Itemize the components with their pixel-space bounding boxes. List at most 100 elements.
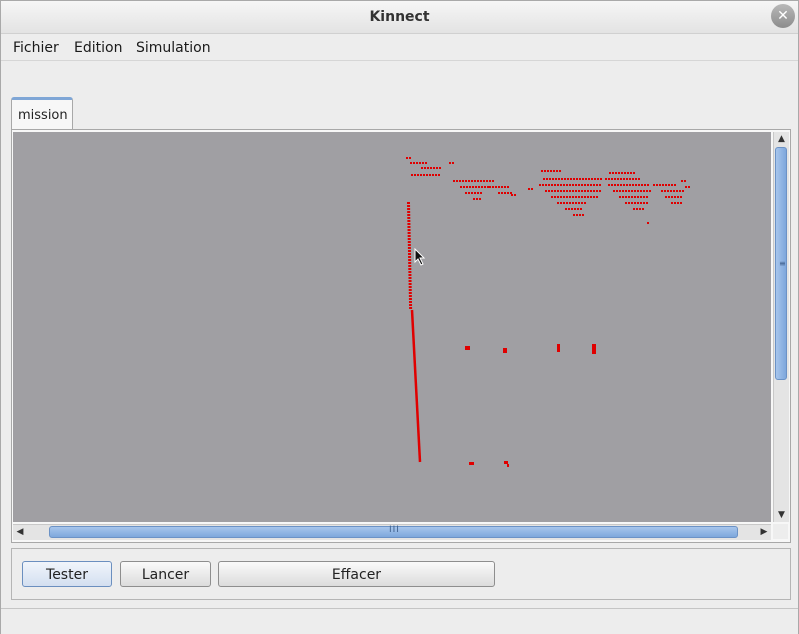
chevron-left-icon[interactable]: ◀ bbox=[13, 525, 27, 539]
scan-point bbox=[581, 190, 583, 192]
chevron-up-icon[interactable]: ▲ bbox=[774, 132, 789, 146]
scan-point bbox=[597, 178, 599, 180]
scan-point bbox=[643, 202, 645, 204]
scan-point bbox=[546, 178, 548, 180]
lancer-button[interactable]: Lancer bbox=[120, 561, 211, 587]
scan-point bbox=[489, 186, 491, 188]
scan-point bbox=[633, 208, 635, 210]
scan-point bbox=[628, 196, 630, 198]
scan-point bbox=[577, 208, 579, 210]
scan-point bbox=[474, 192, 476, 194]
mouse-pointer-icon bbox=[414, 248, 426, 266]
scan-point bbox=[637, 202, 639, 204]
scan-point bbox=[407, 208, 411, 210]
scan-point bbox=[596, 184, 598, 186]
scan-point bbox=[560, 196, 562, 198]
scan-point bbox=[560, 184, 562, 186]
scan-point bbox=[574, 208, 576, 210]
point-cloud-canvas[interactable] bbox=[13, 132, 771, 522]
scan-point bbox=[548, 190, 550, 192]
vertical-scrollbar[interactable]: ▲ ≡ ▼ bbox=[773, 132, 789, 522]
scan-point bbox=[631, 202, 633, 204]
scan-point bbox=[620, 184, 622, 186]
scan-point bbox=[407, 229, 411, 231]
scan-point bbox=[643, 196, 645, 198]
scan-point bbox=[424, 167, 426, 169]
scan-point bbox=[578, 184, 580, 186]
scan-point bbox=[407, 238, 411, 240]
scan-point bbox=[628, 202, 630, 204]
scan-point bbox=[623, 184, 625, 186]
scan-point bbox=[408, 253, 412, 255]
close-icon[interactable]: ✕ bbox=[771, 4, 795, 28]
menu-fichier[interactable]: Fichier bbox=[13, 40, 59, 56]
scan-point bbox=[634, 202, 636, 204]
window-title: Kinnect bbox=[369, 9, 430, 25]
scan-point bbox=[408, 265, 412, 267]
menu-bar: Fichier Edition Simulation bbox=[1, 34, 798, 61]
vertical-scroll-thumb[interactable]: ≡ bbox=[775, 147, 787, 380]
scan-point bbox=[419, 162, 421, 164]
scan-point bbox=[576, 178, 578, 180]
tester-button[interactable]: Tester bbox=[22, 561, 112, 587]
chevron-down-icon[interactable]: ▼ bbox=[774, 508, 789, 522]
scan-point bbox=[407, 217, 411, 219]
scan-point bbox=[680, 196, 682, 198]
scan-point bbox=[407, 247, 411, 249]
scan-point bbox=[632, 184, 634, 186]
scan-point bbox=[408, 280, 412, 282]
scan-point bbox=[563, 184, 565, 186]
scan-point bbox=[563, 202, 565, 204]
scan-point bbox=[551, 190, 553, 192]
scan-point bbox=[408, 292, 412, 294]
scan-point bbox=[487, 186, 489, 188]
scan-point bbox=[572, 184, 574, 186]
kinnect-window: Kinnect ✕ Fichier Edition Simulation mis… bbox=[0, 0, 799, 634]
chevron-right-icon[interactable]: ▶ bbox=[757, 525, 771, 539]
horizontal-scrollbar[interactable]: ◀ III ▶ bbox=[13, 524, 771, 540]
scan-point bbox=[547, 170, 549, 172]
scan-point bbox=[510, 192, 512, 194]
tab-mission[interactable]: mission bbox=[11, 97, 73, 132]
scan-point bbox=[640, 190, 642, 192]
scan-point bbox=[579, 214, 581, 216]
scan-point bbox=[456, 180, 458, 182]
scan-point bbox=[408, 262, 412, 264]
scan-point bbox=[680, 202, 682, 204]
scan-point bbox=[653, 184, 655, 186]
scan-point bbox=[407, 220, 411, 222]
scan-point bbox=[615, 172, 617, 174]
scan-point bbox=[407, 202, 410, 204]
scan-point bbox=[592, 344, 596, 354]
scan-point bbox=[407, 214, 411, 216]
scan-point bbox=[633, 172, 635, 174]
scan-point bbox=[557, 184, 559, 186]
scan-point bbox=[625, 190, 627, 192]
scan-point bbox=[593, 196, 595, 198]
scan-point bbox=[587, 184, 589, 186]
scan-point bbox=[407, 244, 411, 246]
scan-point bbox=[671, 196, 673, 198]
scan-point bbox=[466, 186, 468, 188]
scan-point bbox=[572, 202, 574, 204]
scan-point bbox=[565, 208, 567, 210]
scan-point bbox=[544, 170, 546, 172]
scan-point bbox=[554, 184, 556, 186]
scan-point bbox=[611, 184, 613, 186]
effacer-button[interactable]: Effacer bbox=[218, 561, 495, 587]
scan-point bbox=[593, 184, 595, 186]
scan-point bbox=[670, 190, 672, 192]
scan-point bbox=[425, 162, 427, 164]
horizontal-scroll-thumb[interactable]: III bbox=[49, 525, 738, 538]
scan-point bbox=[438, 174, 440, 176]
menu-edition[interactable]: Edition bbox=[74, 40, 122, 56]
scan-point bbox=[408, 274, 412, 276]
scan-point bbox=[626, 184, 628, 186]
scan-point bbox=[507, 186, 509, 188]
menu-simulation[interactable]: Simulation bbox=[136, 40, 211, 56]
scan-point bbox=[468, 192, 470, 194]
scan-point bbox=[578, 190, 580, 192]
scan-point bbox=[563, 196, 565, 198]
scan-point bbox=[430, 167, 432, 169]
scan-point bbox=[612, 172, 614, 174]
